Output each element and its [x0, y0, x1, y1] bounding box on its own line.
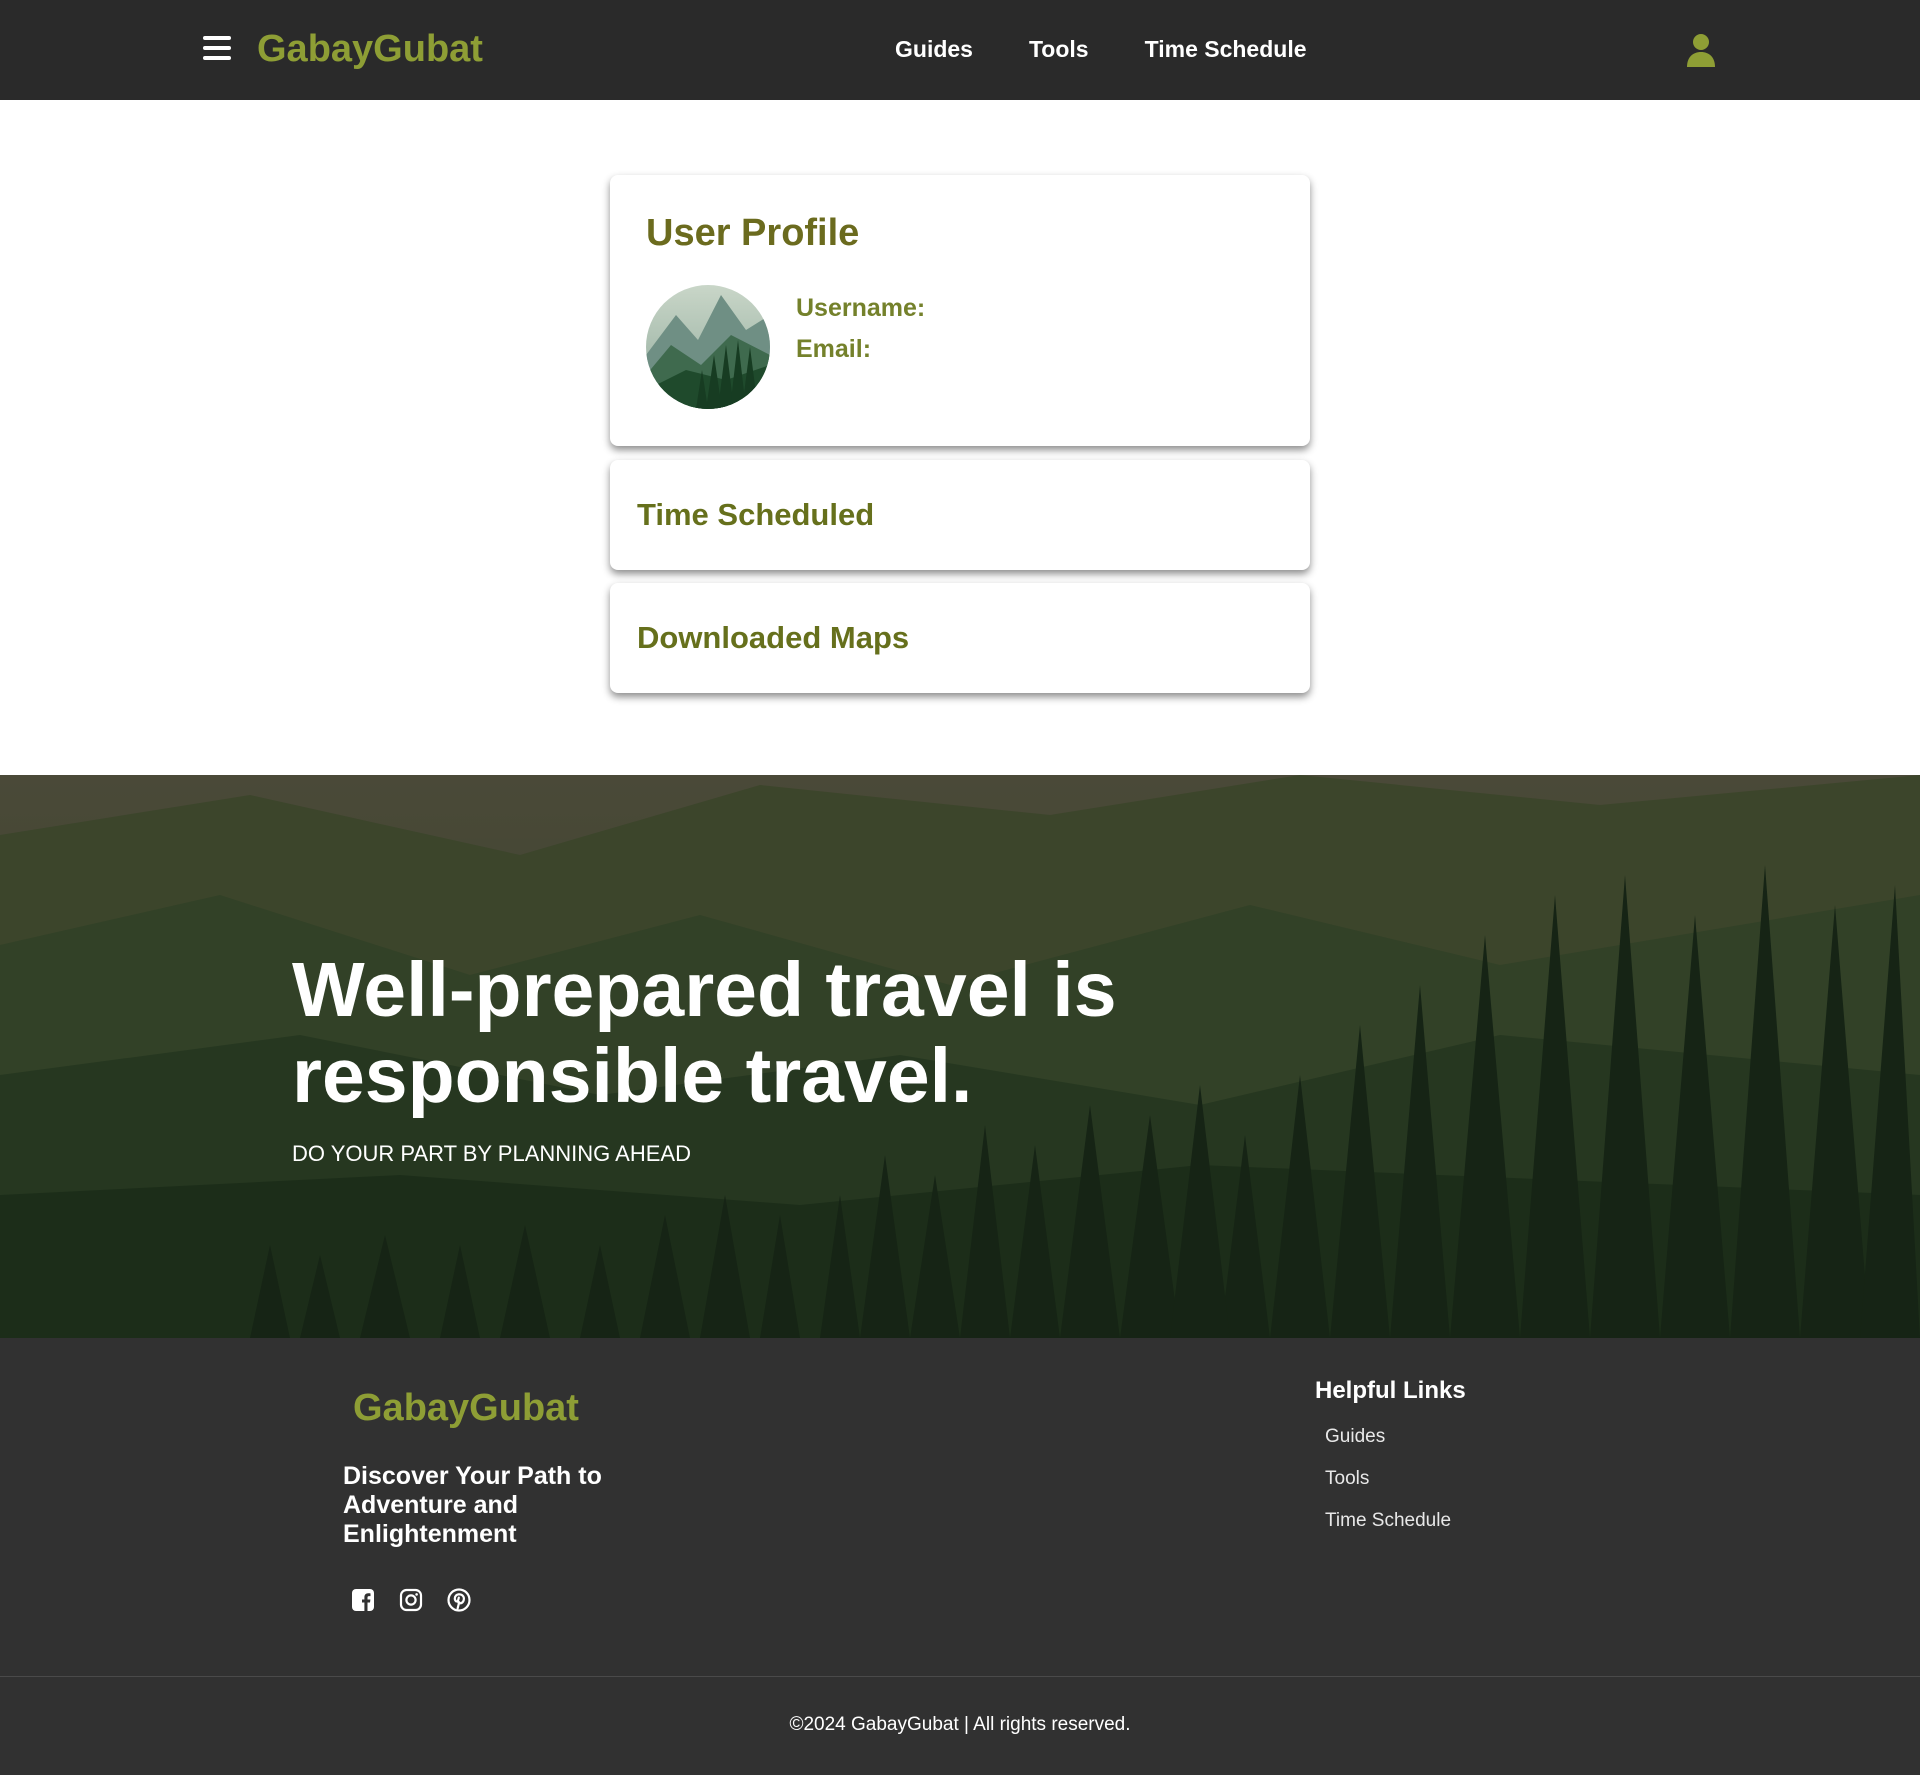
- footer-brand-logo[interactable]: GabayGubat: [353, 1385, 579, 1431]
- hero-title: Well-prepared travel is responsible trav…: [292, 947, 1117, 1119]
- username-label: Username:: [796, 294, 926, 322]
- hamburger-icon[interactable]: [203, 36, 233, 62]
- footer-link-guides[interactable]: Guides: [1325, 1426, 1451, 1448]
- instagram-icon[interactable]: [399, 1588, 423, 1612]
- avatar: [646, 285, 770, 409]
- user-icon[interactable]: [1686, 33, 1716, 67]
- social-links: [351, 1588, 471, 1612]
- main-nav: Guides Tools Time Schedule: [895, 35, 1363, 63]
- footer-tagline: Discover Your Path to Adventure and Enli…: [343, 1462, 602, 1548]
- hero-banner: Well-prepared travel is responsible trav…: [0, 775, 1920, 1338]
- nav-link-tools[interactable]: Tools: [1029, 35, 1089, 63]
- footer-link-tools[interactable]: Tools: [1325, 1468, 1451, 1490]
- site-footer: GabayGubat Discover Your Path to Adventu…: [0, 1338, 1920, 1775]
- brand-logo[interactable]: GabayGubat: [257, 26, 483, 72]
- pinterest-icon[interactable]: [447, 1588, 471, 1612]
- user-profile-card: User Profile Username: Email:: [610, 175, 1310, 446]
- email-label: Email:: [796, 335, 872, 363]
- footer-link-time-schedule[interactable]: Time Schedule: [1325, 1510, 1451, 1532]
- helpful-links-title: Helpful Links: [1315, 1377, 1466, 1404]
- facebook-icon[interactable]: [351, 1588, 375, 1612]
- copyright-text: ©2024 GabayGubat | All rights reserved.: [789, 1714, 1131, 1735]
- hero-subtitle: DO YOUR PART BY PLANNING AHEAD: [292, 1141, 691, 1166]
- profile-title: User Profile: [646, 212, 860, 254]
- time-scheduled-heading: Time Scheduled: [637, 497, 875, 532]
- time-scheduled-card[interactable]: Time Scheduled: [610, 460, 1310, 570]
- top-navbar: GabayGubat Guides Tools Time Schedule: [0, 0, 1920, 100]
- nav-link-time-schedule[interactable]: Time Schedule: [1145, 35, 1307, 63]
- helpful-links-list: Guides Tools Time Schedule: [1325, 1426, 1451, 1552]
- nav-link-guides[interactable]: Guides: [895, 35, 973, 63]
- footer-divider: [0, 1676, 1920, 1677]
- downloaded-maps-heading: Downloaded Maps: [637, 620, 910, 655]
- downloaded-maps-card[interactable]: Downloaded Maps: [610, 583, 1310, 693]
